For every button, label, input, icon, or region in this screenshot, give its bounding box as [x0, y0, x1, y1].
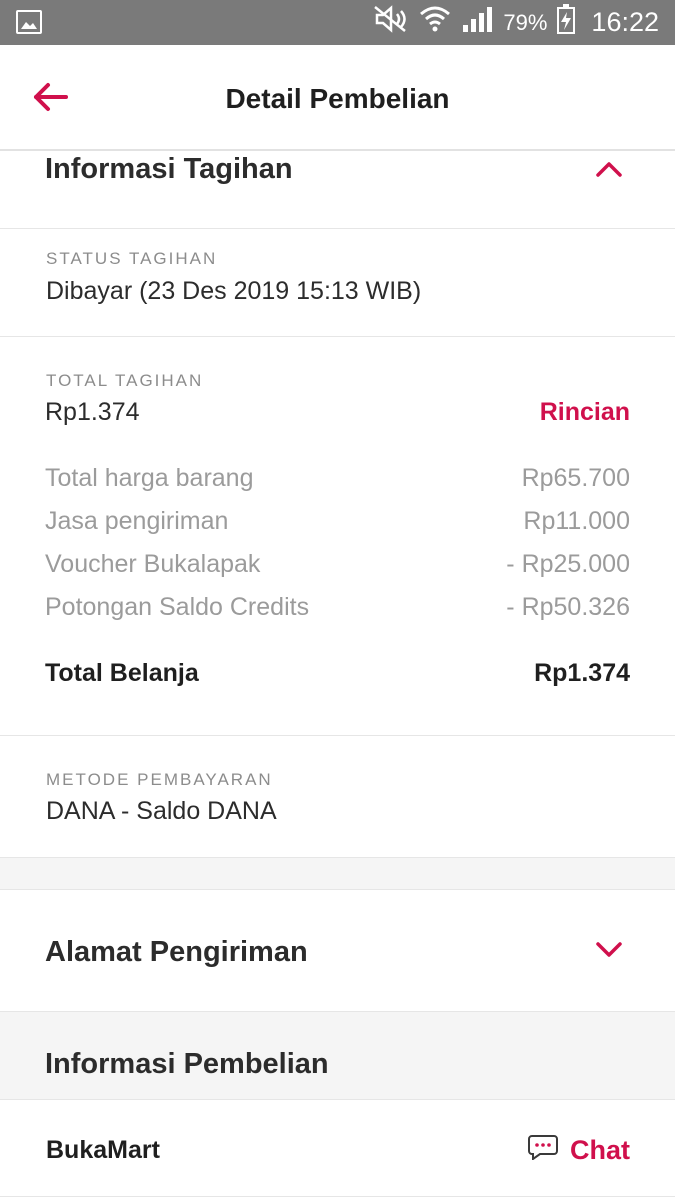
signal-icon	[461, 5, 493, 40]
payment-value: DANA - Saldo DANA	[46, 797, 277, 825]
chat-bubble-icon	[528, 1134, 558, 1167]
battery-percent: 79%	[503, 9, 548, 35]
chat-label: Chat	[570, 1135, 630, 1165]
purchase-section-title: Informasi Pembelian	[45, 1048, 329, 1080]
bill-item-row: Total harga barang Rp65.700	[45, 464, 630, 493]
gallery-icon	[16, 10, 42, 34]
shipping-section-title[interactable]: Alamat Pengiriman	[45, 936, 308, 969]
divider	[0, 228, 675, 229]
bill-item-value: - Rp50.326	[506, 593, 630, 621]
status-bar: 79% 16:22	[0, 0, 675, 45]
bill-item-row: Jasa pengiriman Rp11.000	[45, 507, 630, 536]
chevron-up-icon[interactable]	[595, 160, 623, 178]
bill-item-label: Jasa pengiriman	[45, 507, 229, 535]
section-spacer	[0, 857, 675, 890]
bill-item-value: Rp65.700	[521, 464, 630, 492]
bill-item-label: Potongan Saldo Credits	[45, 593, 310, 621]
seller-name[interactable]: BukaMart	[46, 1136, 160, 1165]
page-title: Detail Pembelian	[225, 83, 450, 114]
divider	[0, 336, 675, 337]
bill-item-row: Potongan Saldo Credits - Rp50.326	[45, 593, 630, 622]
divider	[0, 735, 675, 736]
battery-charging-icon	[557, 4, 576, 41]
billing-section-title[interactable]: Informasi Tagihan	[45, 153, 293, 186]
divider	[0, 1196, 675, 1197]
total-row: Rp1.374 Rincian	[45, 398, 630, 427]
bill-item-label: Total harga barang	[45, 464, 254, 492]
bill-item-row: Voucher Bukalapak - Rp25.000	[45, 550, 630, 579]
clock: 16:22	[591, 7, 659, 37]
mute-icon	[373, 5, 409, 40]
total-label: TOTAL TAGIHAN	[46, 371, 204, 390]
total-value: Rp1.374	[45, 398, 140, 426]
payment-label: METODE PEMBAYARAN	[46, 770, 273, 789]
grand-total-value: Rp1.374	[534, 659, 630, 687]
chat-button[interactable]: Chat	[528, 1134, 630, 1167]
app-bar: Detail Pembelian	[0, 45, 675, 151]
status-label: STATUS TAGIHAN	[46, 249, 218, 268]
details-link[interactable]: Rincian	[540, 398, 630, 427]
bill-item-value: Rp11.000	[523, 507, 630, 535]
grand-total-row: Total Belanja Rp1.374	[45, 659, 630, 688]
bill-item-value: - Rp25.000	[506, 550, 630, 578]
bill-item-label: Voucher Bukalapak	[45, 550, 261, 578]
wifi-icon	[419, 4, 451, 41]
grand-total-label: Total Belanja	[45, 659, 199, 687]
status-value: Dibayar (23 Des 2019 15:13 WIB)	[46, 277, 422, 305]
chevron-down-icon[interactable]	[595, 941, 623, 959]
